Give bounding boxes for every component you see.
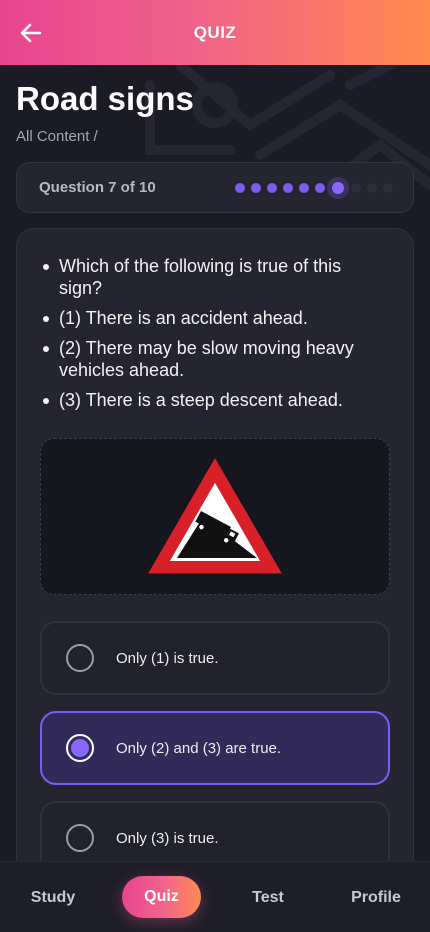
bottom-navigation: Study Quiz Test Profile — [0, 861, 430, 932]
answer-option-label: Only (2) and (3) are true. — [116, 739, 282, 757]
answer-option-label: Only (3) is true. — [116, 829, 219, 847]
app-bar-title: QUIZ — [193, 22, 237, 42]
question-line: (2) There may be slow moving heavy vehic… — [42, 337, 382, 381]
progress-dot-complete — [283, 182, 293, 193]
question-line: (3) There is a steep descent ahead. — [42, 389, 382, 411]
breadcrumb[interactable]: All Content / — [16, 128, 98, 145]
progress-dot-current — [332, 181, 344, 194]
nav-tab-profile[interactable]: Profile — [332, 862, 420, 932]
nav-tab-quiz[interactable]: Quiz — [122, 876, 201, 918]
radio-button[interactable] — [66, 824, 94, 852]
radio-button[interactable] — [66, 734, 94, 762]
radio-button[interactable] — [66, 644, 94, 672]
answer-option-label: Only (1) is true. — [116, 649, 219, 667]
nav-tab-test[interactable]: Test — [226, 862, 310, 932]
sign-image-container — [40, 438, 390, 595]
steep-descent-sign-icon — [148, 457, 282, 573]
question-progress-card: Question 7 of 10 — [16, 162, 414, 213]
page-title: Road signs — [16, 80, 194, 117]
question-line: (1) There is an accident ahead. — [42, 307, 382, 329]
answer-option[interactable]: Only (1) is true. — [40, 621, 390, 695]
progress-dot-pending — [383, 182, 393, 193]
question-text: Which of the following is true of this s… — [42, 255, 382, 419]
top-app-bar: QUIZ — [0, 0, 430, 65]
progress-dots — [235, 163, 393, 212]
progress-dot-pending — [351, 182, 361, 193]
nav-tab-study[interactable]: Study — [10, 862, 96, 932]
answer-option[interactable]: Only (2) and (3) are true. — [40, 711, 390, 785]
progress-dot-complete — [315, 182, 325, 193]
radio-selected-indicator — [71, 739, 89, 757]
arrow-left-icon — [20, 23, 42, 43]
question-counter: Question 7 of 10 — [39, 179, 156, 196]
question-line: Which of the following is true of this s… — [42, 255, 382, 299]
progress-dot-complete — [235, 182, 245, 193]
progress-dot-complete — [251, 182, 261, 193]
back-button[interactable] — [16, 18, 46, 48]
progress-dot-pending — [367, 182, 377, 193]
progress-dot-complete — [267, 182, 277, 193]
progress-dot-complete — [299, 182, 309, 193]
